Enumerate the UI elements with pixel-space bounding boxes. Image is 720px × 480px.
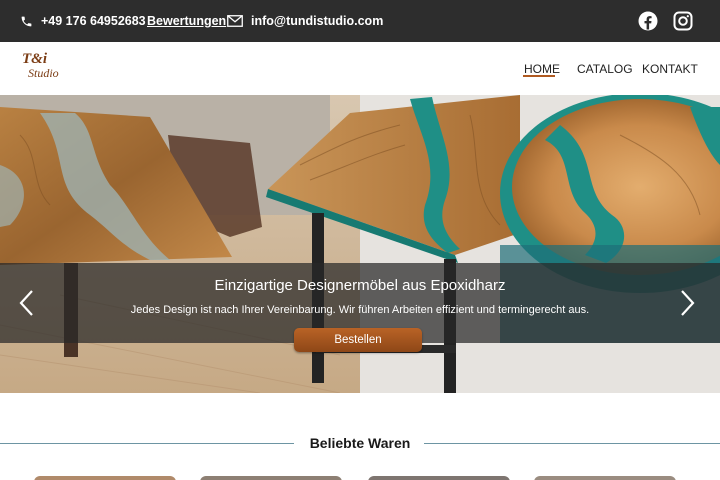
- email-contact[interactable]: info@tundistudio.com: [227, 0, 383, 42]
- hero-subtitle: Jedes Design ist nach Ihrer Vereinbarung…: [130, 304, 590, 316]
- logo-line-2: Studio: [28, 66, 59, 80]
- chevron-right-icon[interactable]: [674, 288, 698, 318]
- phone-number: +49 176 64952683: [41, 14, 146, 28]
- product-card[interactable]: [368, 476, 510, 480]
- product-card[interactable]: [534, 476, 676, 480]
- product-card[interactable]: [200, 476, 342, 480]
- chevron-left-icon[interactable]: [16, 288, 40, 318]
- nav-active-indicator: [523, 75, 555, 77]
- section-divider-right: [424, 443, 720, 444]
- hero-title: Einzigartige Designermöbel aus Epoxidhar…: [214, 277, 506, 294]
- reviews-link[interactable]: Bewertungen: [147, 0, 226, 42]
- nav-catalog[interactable]: CATALOG: [577, 42, 633, 95]
- phone-contact[interactable]: +49 176 64952683: [20, 0, 146, 42]
- nav-home[interactable]: HOME: [524, 42, 560, 95]
- nav-kontakt[interactable]: KONTAKT: [642, 42, 698, 95]
- hero-slider[interactable]: Einzigartige Designermöbel aus Epoxidhar…: [0, 95, 720, 393]
- email-address: info@tundistudio.com: [251, 14, 384, 28]
- top-bar: +49 176 64952683 Bewertungen info@tundis…: [0, 0, 720, 42]
- instagram-icon[interactable]: [673, 11, 693, 31]
- product-card[interactable]: [34, 476, 176, 480]
- site-header: T&i Studio HOME CATALOG KONTAKT: [0, 42, 720, 95]
- facebook-icon[interactable]: [638, 11, 658, 31]
- mail-icon: [227, 15, 243, 27]
- phone-icon: [21, 16, 32, 26]
- order-button[interactable]: Bestellen: [294, 328, 422, 352]
- studio-logo[interactable]: T&i Studio: [20, 51, 60, 85]
